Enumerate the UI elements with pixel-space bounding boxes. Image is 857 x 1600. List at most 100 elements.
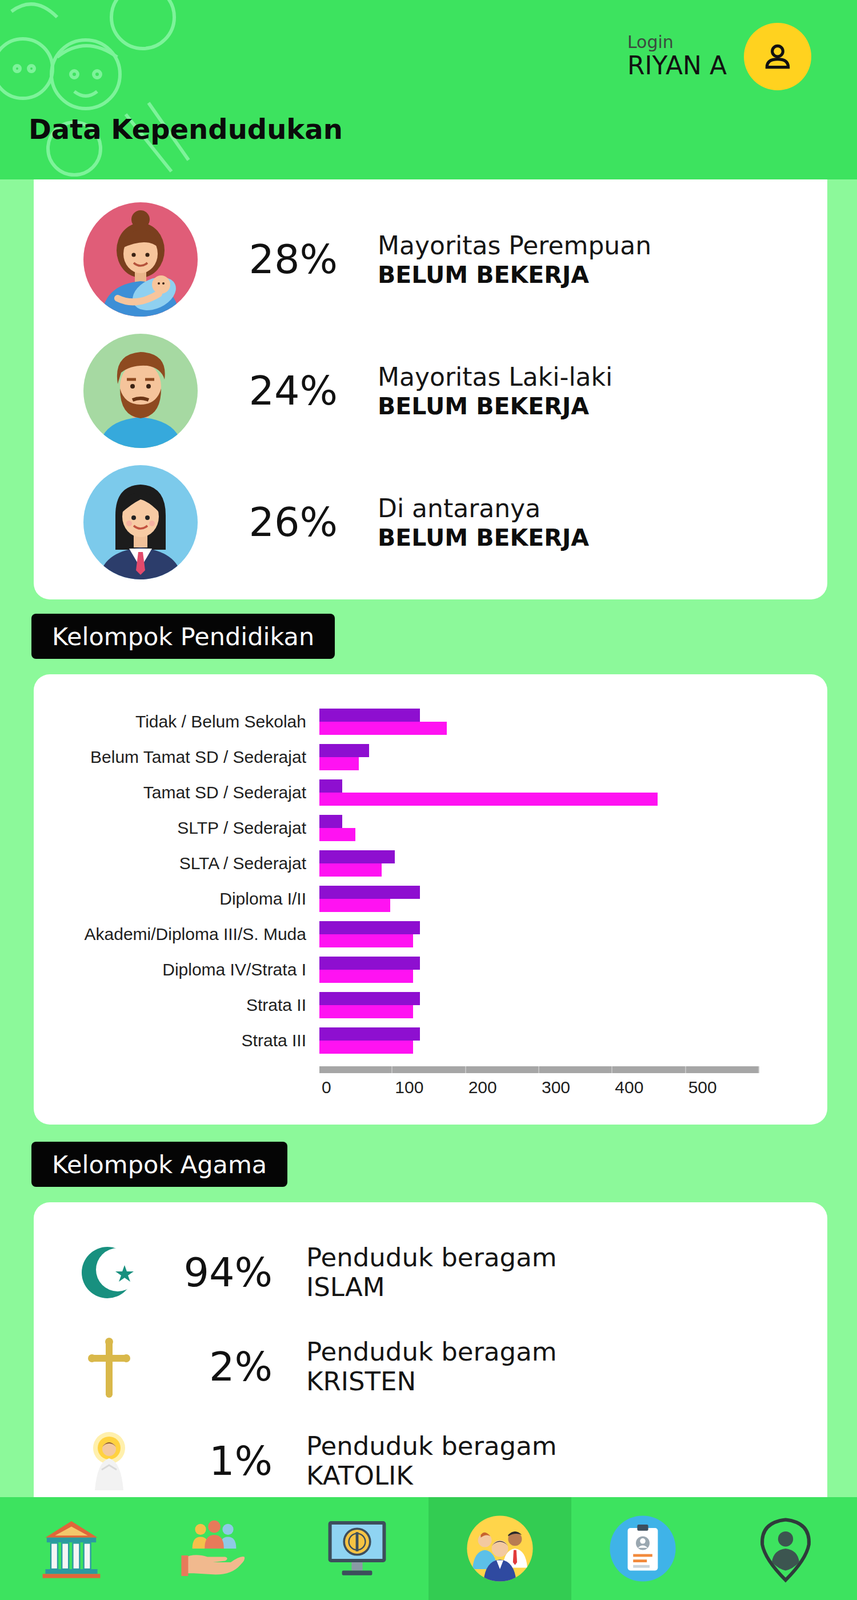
avatar xyxy=(83,202,198,317)
employment-percent: 28% xyxy=(197,237,338,282)
religion-card: 94% Penduduk beragamISLAM 2% Penduduk berag… xyxy=(33,1202,828,1497)
chart-row: Belum Tamat SD / Sederajat xyxy=(49,739,805,775)
chart-row: Tidak / Belum Sekolah xyxy=(49,703,805,740)
bar-group xyxy=(319,779,805,806)
bar-group xyxy=(319,743,805,771)
bar-group xyxy=(319,885,805,912)
axis-segment xyxy=(466,1066,540,1073)
finance-nav-item[interactable] xyxy=(285,1496,429,1600)
employment-percent: 26% xyxy=(197,500,338,545)
religion-symbol xyxy=(77,1240,141,1304)
community-hand-icon xyxy=(179,1514,249,1583)
religion-percent: 2% xyxy=(140,1344,273,1389)
worker-avatar-icon xyxy=(83,465,198,580)
chart-category-label: SLTA / Sederajat xyxy=(49,853,307,873)
avatar xyxy=(83,333,198,448)
chart-category-label: Belum Tamat SD / Sederajat xyxy=(49,747,307,767)
crescent-star-icon xyxy=(77,1240,141,1304)
content: 28%Mayoritas PerempuanBELUM BEKERJA24%Ma… xyxy=(0,179,857,1497)
cross-icon xyxy=(77,1335,141,1399)
bar-group xyxy=(319,991,805,1019)
chart-bar xyxy=(319,956,420,970)
chart-bar xyxy=(319,934,414,948)
location-person-icon xyxy=(751,1514,820,1583)
employment-row: 26%Di antaranyaBELUM BEKERJA xyxy=(83,465,805,580)
bar-group xyxy=(319,1027,805,1054)
login-bar: LoginRIYAN A xyxy=(28,22,812,91)
chart-category-label: Akademi/Diploma III/S. Muda xyxy=(49,924,307,944)
chart-category-label: Tidak / Belum Sekolah xyxy=(49,711,307,732)
bar-group xyxy=(319,814,805,842)
axis-segment xyxy=(319,1066,393,1073)
chart-category-label: Tamat SD / Sederajat xyxy=(49,782,307,803)
employment-row: 24%Mayoritas Laki-lakiBELUM BEKERJA xyxy=(83,333,805,448)
chart-row: SLTA / Sederajat xyxy=(49,845,805,881)
axis-tick: 200 xyxy=(466,1077,540,1097)
chart-bar xyxy=(319,863,382,877)
religion-text: Penduduk beragamKATOLIK xyxy=(306,1431,558,1491)
bar-group xyxy=(319,956,805,983)
employment-label: Di antaranya xyxy=(377,492,590,524)
chart-bar xyxy=(319,850,395,864)
employment-status: BELUM BEKERJA xyxy=(377,261,652,290)
chart-bar xyxy=(319,814,343,828)
chart-category-label: Strata III xyxy=(49,1030,307,1051)
bar-group xyxy=(319,708,805,735)
home-nav-item[interactable] xyxy=(0,1496,143,1600)
axis-ticks: 0100200300400500 xyxy=(319,1077,760,1097)
social-nav-item[interactable] xyxy=(142,1496,286,1600)
chart-category-label: Diploma I/II xyxy=(49,888,307,909)
chart-category-label: Diploma IV/Strata I xyxy=(49,959,307,980)
finance-monitor-icon xyxy=(322,1514,392,1583)
employment-text: Mayoritas PerempuanBELUM BEKERJA xyxy=(377,229,652,290)
religion-name: KATOLIK xyxy=(306,1460,558,1491)
chart-bar xyxy=(319,898,391,912)
chart-bar xyxy=(319,1027,420,1041)
axis-tick: 100 xyxy=(392,1077,466,1097)
page-title: Data Kependudukan xyxy=(28,113,812,147)
chart-row: SLTP / Sederajat xyxy=(49,810,805,846)
village-hall-icon xyxy=(37,1514,106,1583)
chart-bar xyxy=(319,1040,414,1054)
chart-bar xyxy=(319,920,420,935)
chart-axis-row: 0100200300400500 xyxy=(49,1066,805,1097)
man-avatar-icon xyxy=(83,333,198,448)
avatar xyxy=(83,465,198,580)
employment-label: Mayoritas Perempuan xyxy=(377,229,652,262)
user-name: RIYAN A xyxy=(627,51,727,81)
axis-tick: 300 xyxy=(539,1077,613,1097)
axis-segment xyxy=(612,1066,686,1073)
header-illustration xyxy=(0,0,206,180)
axis-tick: 500 xyxy=(686,1077,760,1097)
chart-bar xyxy=(319,991,420,1005)
employment-text: Mayoritas Laki-lakiBELUM BEKERJA xyxy=(377,361,613,421)
population-group-icon xyxy=(465,1514,535,1583)
app-header: LoginRIYAN A Data Kependudukan xyxy=(0,0,857,180)
employment-status: BELUM BEKERJA xyxy=(377,392,613,421)
axis-tick: 400 xyxy=(612,1077,686,1097)
population-nav-item[interactable] xyxy=(428,1496,572,1600)
employment-row: 28% Mayoritas PerempuanBELUM BEKERJA xyxy=(83,202,805,317)
chart-row: Diploma I/II xyxy=(49,880,805,917)
axis-segment xyxy=(392,1066,466,1073)
education-chart: Tidak / Belum Sekolah Belum Tamat SD / Se… xyxy=(33,674,828,1125)
religion-percent: 1% xyxy=(140,1439,273,1484)
profile-nav-item[interactable] xyxy=(571,1496,715,1600)
bottom-nav xyxy=(0,1496,857,1600)
section-title: Kelompok Pendidikan xyxy=(31,613,335,659)
religion-row: 94% Penduduk beragamISLAM xyxy=(77,1232,805,1313)
axis-tick: 0 xyxy=(319,1077,393,1097)
religion-symbol xyxy=(77,1429,141,1493)
chart-bar xyxy=(319,743,370,758)
religion-symbol xyxy=(77,1335,141,1399)
religion-percent: 94% xyxy=(140,1250,273,1295)
religion-text: Penduduk beragamISLAM xyxy=(306,1242,558,1303)
chart-bar xyxy=(319,1004,414,1019)
user-avatar-button[interactable] xyxy=(743,22,812,91)
bar-group xyxy=(319,850,805,877)
saint-figure-icon xyxy=(77,1429,141,1493)
location-nav-item[interactable] xyxy=(714,1496,857,1600)
chart-bar xyxy=(319,969,414,983)
axis-segment xyxy=(686,1066,760,1073)
chart-row: Tamat SD / Sederajat xyxy=(49,774,805,811)
